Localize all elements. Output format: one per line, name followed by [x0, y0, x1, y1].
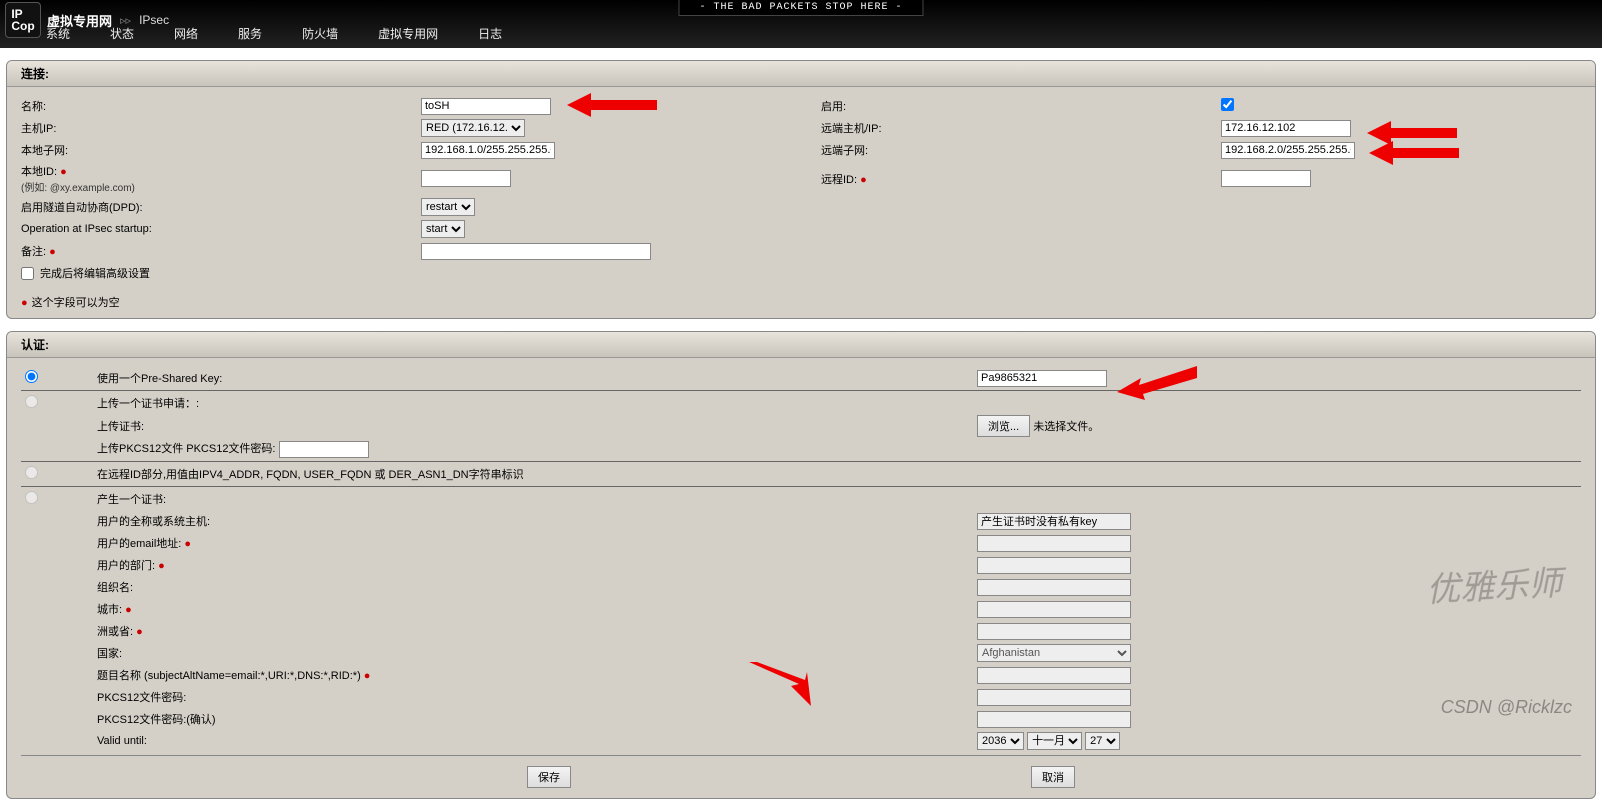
- required-dot-icon: ●: [136, 626, 143, 638]
- required-dot-icon: ●: [21, 297, 28, 309]
- user-email-input[interactable]: [977, 535, 1131, 552]
- local-subnet-input[interactable]: [421, 142, 555, 159]
- required-dot-icon: ●: [125, 604, 132, 616]
- remote-id-label: 远程ID:: [821, 174, 857, 186]
- empty-field-hint: 这个字段可以为空: [32, 297, 120, 309]
- upload-cert-label: 上传证书:: [97, 418, 977, 434]
- nav-vpn[interactable]: 虚拟专用网: [378, 25, 438, 42]
- main-nav: 系统 状态 网络 服务 防火墙 虚拟专用网 日志: [46, 19, 502, 48]
- pkcs12-upload-password-input[interactable]: [279, 441, 369, 458]
- no-file-label: 未选择文件。: [1033, 421, 1099, 433]
- browse-button[interactable]: 浏览...: [977, 415, 1030, 437]
- edit-advanced-checkbox[interactable]: [21, 267, 34, 280]
- remote-subnet-label: 远端子网:: [821, 142, 1221, 158]
- country-label: 国家:: [97, 645, 977, 661]
- san-label: 题目名称 (subjectAltName=email:*,URI:*,DNS:*…: [97, 670, 361, 682]
- remote-host-input[interactable]: [1221, 120, 1351, 137]
- psk-input[interactable]: [977, 370, 1107, 387]
- user-fqdn-label: 用户的全称或系统主机:: [97, 513, 977, 529]
- auth-psk-radio[interactable]: [25, 370, 38, 383]
- remark-label: 备注:: [21, 246, 46, 258]
- required-dot-icon: ●: [49, 246, 56, 258]
- auth-gencert-radio[interactable]: [25, 491, 38, 504]
- local-id-input[interactable]: [421, 170, 511, 187]
- local-subnet-label: 本地子网:: [21, 142, 421, 158]
- remote-subnet-input[interactable]: [1221, 142, 1355, 159]
- remote-id-input[interactable]: [1221, 170, 1311, 187]
- valid-until-label: Valid until:: [97, 735, 977, 747]
- pkcs12-pw-confirm-input[interactable]: [977, 711, 1131, 728]
- host-ip-select[interactable]: RED (172.16.12.101): [421, 119, 525, 137]
- nav-services[interactable]: 服务: [238, 25, 262, 42]
- user-fqdn-input[interactable]: [977, 513, 1131, 530]
- remote-id-note: 在远程ID部分,用值由IPV4_ADDR, FQDN, USER_FQDN 或 …: [97, 466, 977, 482]
- remark-input[interactable]: [421, 243, 651, 260]
- app-header: - THE BAD PACKETS STOP HERE - IPCop 虚拟专用…: [0, 0, 1602, 48]
- startup-label: Operation at IPsec startup:: [21, 223, 421, 235]
- required-dot-icon: ●: [364, 670, 371, 682]
- country-select[interactable]: Afghanistan: [977, 644, 1131, 662]
- auth-panel-title: 认证:: [7, 332, 1595, 358]
- pkcs12-pw-label: PKCS12文件密码:: [97, 689, 977, 705]
- connection-panel-title: 连接:: [7, 61, 1595, 87]
- logo-icon: IPCop: [5, 2, 41, 38]
- host-ip-label: 主机IP:: [21, 120, 421, 136]
- user-email-label: 用户的email地址:: [97, 538, 181, 550]
- pkcs12-upload-label: 上传PKCS12文件 PKCS12文件密码:: [97, 443, 276, 455]
- city-label: 城市:: [97, 604, 122, 616]
- nav-status[interactable]: 状态: [110, 25, 134, 42]
- dpd-label: 启用隧道自动协商(DPD):: [21, 199, 421, 215]
- save-button[interactable]: 保存: [527, 766, 571, 788]
- required-dot-icon: ●: [158, 560, 165, 572]
- tagline: - THE BAD PACKETS STOP HERE -: [678, 0, 923, 16]
- connection-panel: 连接: 名称: 启用: 主机IP: RED (172.16.12.101) 远端…: [6, 60, 1596, 319]
- psk-label: 使用一个Pre-Shared Key:: [97, 370, 977, 386]
- name-input[interactable]: [421, 98, 551, 115]
- required-dot-icon: ●: [860, 174, 867, 186]
- required-dot-icon: ●: [184, 538, 191, 550]
- remote-host-label: 远端主机/IP:: [821, 120, 1221, 136]
- local-id-label: 本地ID:: [21, 166, 57, 178]
- org-label: 组织名:: [97, 579, 977, 595]
- startup-select[interactable]: start: [421, 220, 465, 238]
- user-dept-label: 用户的部门:: [97, 560, 155, 572]
- valid-month-select[interactable]: 十一月: [1027, 732, 1082, 750]
- cancel-button[interactable]: 取消: [1031, 766, 1075, 788]
- state-input[interactable]: [977, 623, 1131, 640]
- nav-system[interactable]: 系统: [46, 25, 70, 42]
- local-id-example: (例如: @xy.example.com): [21, 183, 135, 194]
- state-label: 洲或省:: [97, 626, 133, 638]
- city-input[interactable]: [977, 601, 1131, 618]
- name-label: 名称:: [21, 98, 421, 114]
- nav-firewall[interactable]: 防火墙: [302, 25, 338, 42]
- san-input[interactable]: [977, 667, 1131, 684]
- edit-advanced-label: 完成后将编辑高级设置: [40, 265, 150, 281]
- auth-upload-req-radio[interactable]: [25, 395, 38, 408]
- nav-logs[interactable]: 日志: [478, 25, 502, 42]
- gen-cert-label: 产生一个证书:: [97, 491, 977, 507]
- enabled-label: 启用:: [821, 98, 1221, 114]
- nav-network[interactable]: 网络: [174, 25, 198, 42]
- pkcs12-pw-input[interactable]: [977, 689, 1131, 706]
- valid-year-select[interactable]: 2036: [977, 732, 1024, 750]
- org-input[interactable]: [977, 579, 1131, 596]
- dpd-select[interactable]: restart: [421, 198, 475, 216]
- required-dot-icon: ●: [60, 166, 67, 178]
- auth-panel: 认证: 使用一个Pre-Shared Key: 上传一个证书申请：: 上传证书:…: [6, 331, 1596, 799]
- upload-req-label: 上传一个证书申请：:: [97, 395, 977, 411]
- user-dept-input[interactable]: [977, 557, 1131, 574]
- pkcs12-pw-confirm-label: PKCS12文件密码:(确认): [97, 711, 977, 727]
- valid-day-select[interactable]: 27: [1085, 732, 1120, 750]
- enabled-checkbox[interactable]: [1221, 98, 1234, 111]
- auth-remoteid-radio[interactable]: [25, 466, 38, 479]
